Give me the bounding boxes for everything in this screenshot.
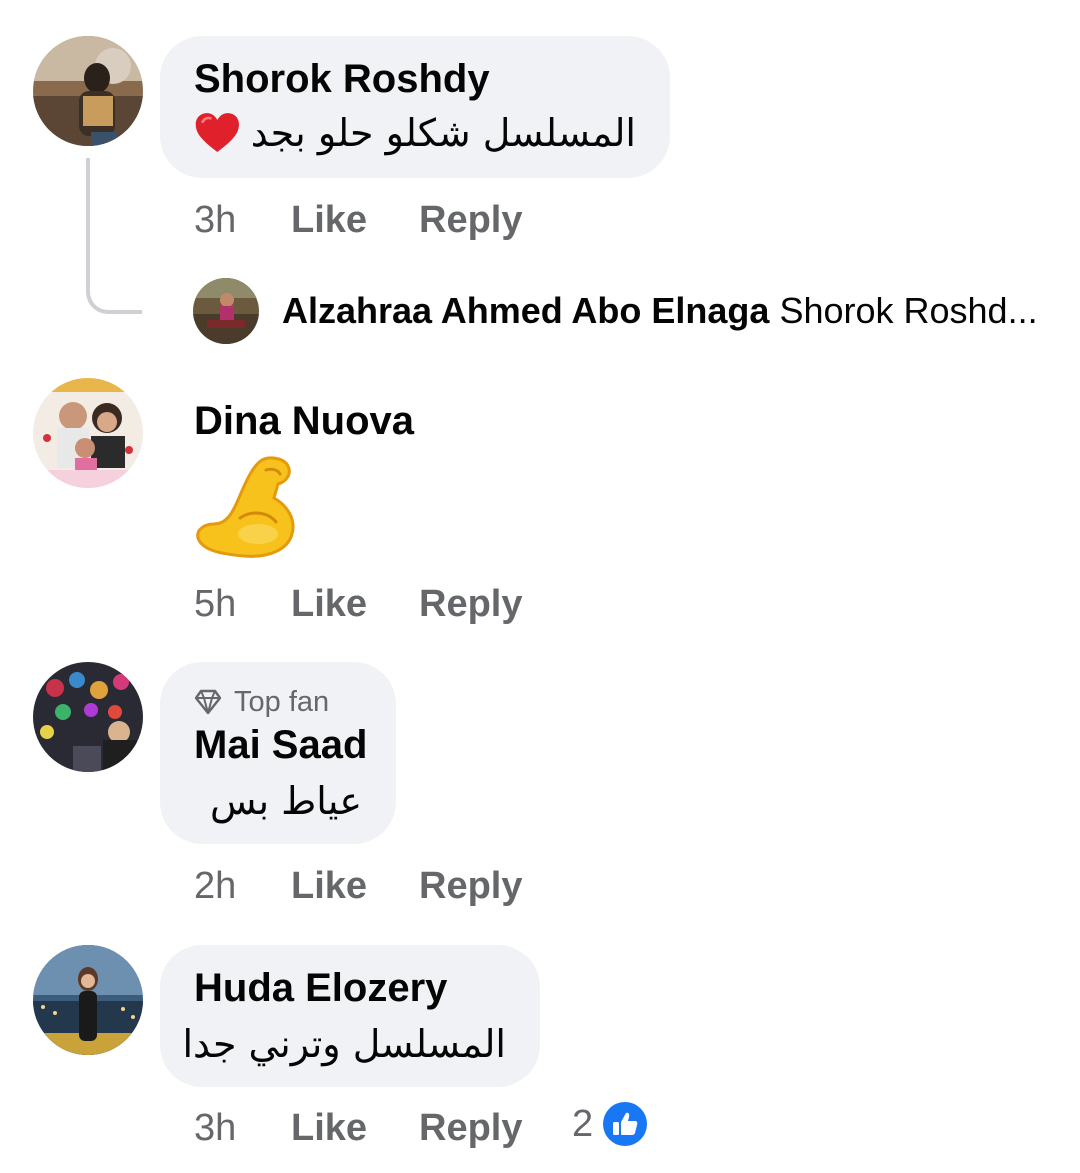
commenter-name[interactable]: Huda Elozery — [194, 965, 506, 1011]
reaction-count[interactable]: 2 — [572, 1102, 648, 1146]
reply-preview[interactable]: Alzahraa Ahmed Abo Elnaga Shorok Roshd..… — [282, 288, 1042, 334]
commenter-name[interactable]: Dina Nuova — [194, 398, 414, 444]
avatar-photo — [193, 278, 259, 344]
reply-button[interactable]: Reply — [419, 199, 522, 242]
top-fan-badge: Top fan — [194, 684, 362, 720]
comment-actions: 3h Like Reply — [194, 1104, 522, 1152]
comment-text: عياط بس — [210, 779, 362, 823]
comment-time[interactable]: 2h — [194, 865, 291, 908]
comment-actions: 3h Like Reply — [194, 196, 522, 244]
avatar-shorok-roshdy[interactable] — [33, 36, 143, 146]
avatar-alzahraa[interactable] — [193, 278, 259, 344]
reply-author-name[interactable]: Alzahraa Ahmed Abo Elnaga — [282, 290, 769, 331]
commenter-name[interactable]: Mai Saad — [194, 722, 367, 768]
comment-bubble: Shorok Roshdy المسلسل شكلو حلو بجد — [160, 36, 670, 178]
avatar-mai-saad[interactable] — [33, 662, 143, 772]
red-heart-icon — [195, 113, 239, 153]
like-button[interactable]: Like — [291, 583, 419, 626]
avatar-huda-elozery[interactable] — [33, 945, 143, 1055]
comment-actions: 5h Like Reply — [194, 580, 522, 628]
comment-text: المسلسل وترني جدا — [182, 1022, 506, 1066]
like-button[interactable]: Like — [291, 1107, 419, 1150]
reply-button[interactable]: Reply — [419, 583, 522, 626]
comment-actions: 2h Like Reply — [194, 862, 522, 910]
avatar-photo — [33, 945, 143, 1055]
diamond-icon — [194, 689, 222, 715]
reply-preview-text: Shorok Roshd... — [779, 290, 1038, 331]
avatar-photo — [33, 662, 143, 772]
avatar-photo — [33, 36, 143, 146]
reaction-count-number: 2 — [572, 1102, 594, 1145]
comment-bubble: Top fan Mai Saad عياط بس — [160, 662, 396, 844]
avatar-photo — [33, 378, 143, 488]
top-fan-label: Top fan — [234, 685, 330, 718]
reply-button[interactable]: Reply — [419, 1107, 522, 1150]
avatar-dina-nuova[interactable] — [33, 378, 143, 488]
thumbs-up-icon — [603, 1102, 648, 1146]
flexed-biceps-icon — [196, 456, 295, 558]
reply-thread-line — [86, 158, 142, 314]
reply-button[interactable]: Reply — [419, 865, 522, 908]
comment-bubble: Huda Elozery المسلسل وترني جدا — [160, 945, 540, 1087]
commenter-name[interactable]: Shorok Roshdy — [194, 56, 636, 102]
like-button[interactable]: Like — [291, 865, 419, 908]
comment-time[interactable]: 3h — [194, 199, 291, 242]
like-button[interactable]: Like — [291, 199, 419, 242]
comment-time[interactable]: 5h — [194, 583, 291, 626]
comment-text: المسلسل شكلو حلو بجد — [250, 111, 636, 155]
comment-time[interactable]: 3h — [194, 1107, 291, 1150]
